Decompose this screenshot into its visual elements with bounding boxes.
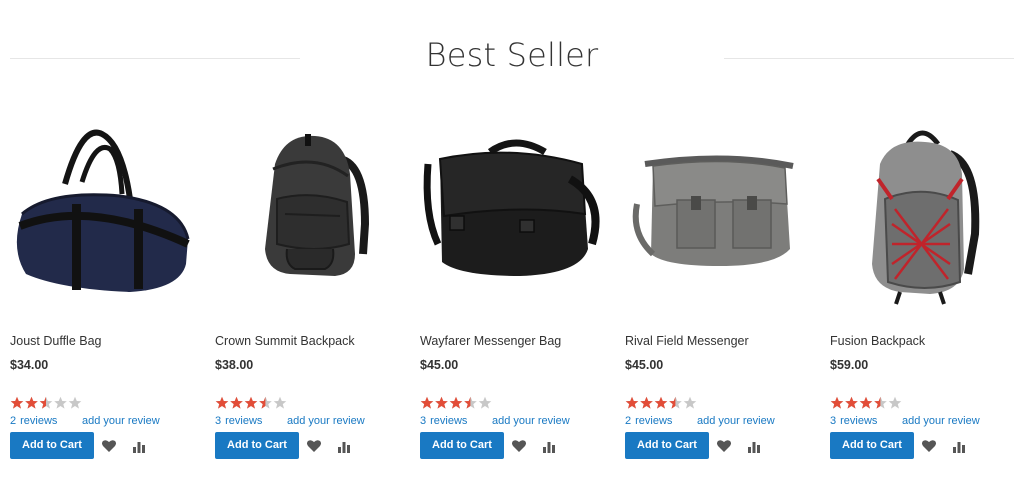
star-filled-icon <box>845 396 858 409</box>
product-price: $59.00 <box>830 358 869 372</box>
reviews-link[interactable]: 2 reviews <box>10 415 61 427</box>
reviews-count: 3 <box>420 415 427 427</box>
rating-stars <box>215 396 287 410</box>
product-name-link[interactable]: Rival Field Messenger <box>625 334 749 348</box>
reviews-count: 3 <box>215 415 222 427</box>
star-filled-icon <box>244 396 258 409</box>
star-filled-icon <box>625 396 639 409</box>
compare-chart-icon[interactable] <box>336 438 352 454</box>
star-filled-icon <box>10 396 24 409</box>
reviews-label: reviews <box>225 415 263 427</box>
add-to-cart-button[interactable]: Add to Cart <box>10 432 94 459</box>
compare-chart-icon[interactable] <box>541 438 557 454</box>
product-name-link[interactable]: Joust Duffle Bag <box>10 334 102 348</box>
reviews-label: reviews <box>430 415 468 427</box>
reviews-label: reviews <box>20 415 58 427</box>
rating-stars <box>420 396 492 410</box>
star-filled-icon <box>25 396 38 409</box>
product-image-link[interactable] <box>625 104 805 314</box>
wishlist-heart-icon[interactable] <box>306 438 322 454</box>
rating-stars <box>625 396 697 410</box>
product-name-link[interactable]: Fusion Backpack <box>830 334 925 348</box>
reviews-count: 2 <box>625 415 632 427</box>
star-empty-icon <box>273 396 287 409</box>
star-filled-icon <box>215 396 229 409</box>
product-price: $45.00 <box>420 358 459 372</box>
product-grid: Joust Duffle Bag $34.00 2 reviews add you… <box>10 104 1020 474</box>
product-image-link[interactable] <box>10 104 190 314</box>
star-empty-icon <box>888 396 902 409</box>
star-filled-icon <box>654 396 668 409</box>
product-price: $38.00 <box>215 358 254 372</box>
compare-chart-icon[interactable] <box>131 438 147 454</box>
product-name-link[interactable]: Wayfarer Messenger Bag <box>420 334 561 348</box>
add-to-cart-button[interactable]: Add to Cart <box>215 432 299 459</box>
wishlist-heart-icon[interactable] <box>101 438 117 454</box>
add-review-link[interactable]: add your review <box>697 415 775 427</box>
product-card: Fusion Backpack $59.00 3 reviews add your… <box>830 104 1010 470</box>
star-filled-icon <box>449 396 463 409</box>
reviews-label: reviews <box>635 415 673 427</box>
product-card: Rival Field Messenger $45.00 2 reviews ad… <box>625 104 805 470</box>
reviews-link[interactable]: 3 reviews <box>215 415 266 427</box>
section-title: Best Seller <box>425 36 599 74</box>
star-filled-icon <box>830 396 844 409</box>
gray-backpack-icon <box>872 130 980 305</box>
star-filled-icon <box>640 396 653 409</box>
reviews-label: reviews <box>840 415 878 427</box>
wishlist-heart-icon[interactable] <box>921 438 937 454</box>
add-review-link[interactable]: add your review <box>82 415 160 427</box>
star-filled-icon <box>230 396 243 409</box>
add-to-cart-button[interactable]: Add to Cart <box>830 432 914 459</box>
reviews-count: 3 <box>830 415 837 427</box>
duffle-bag-icon <box>16 129 190 292</box>
star-filled-icon <box>435 396 448 409</box>
add-to-cart-button[interactable]: Add to Cart <box>625 432 709 459</box>
wishlist-heart-icon[interactable] <box>716 438 732 454</box>
backpack-icon <box>265 134 370 276</box>
product-name-link[interactable]: Crown Summit Backpack <box>215 334 355 348</box>
star-empty-icon <box>478 396 492 409</box>
compare-chart-icon[interactable] <box>746 438 762 454</box>
wishlist-heart-icon[interactable] <box>511 438 527 454</box>
product-price: $45.00 <box>625 358 664 372</box>
add-review-link[interactable]: add your review <box>902 415 980 427</box>
star-filled-icon <box>859 396 873 409</box>
add-review-link[interactable]: add your review <box>492 415 570 427</box>
star-filled-icon <box>420 396 434 409</box>
product-image-link[interactable] <box>420 104 600 314</box>
rating-stars <box>830 396 902 410</box>
rating-stars <box>10 396 82 410</box>
reviews-count: 2 <box>10 415 17 427</box>
product-card: Wayfarer Messenger Bag $45.00 3 reviews a… <box>420 104 600 470</box>
star-empty-icon <box>683 396 697 409</box>
reviews-link[interactable]: 3 reviews <box>830 415 881 427</box>
add-review-link[interactable]: add your review <box>287 415 365 427</box>
product-card: Joust Duffle Bag $34.00 2 reviews add you… <box>10 104 190 470</box>
product-price: $34.00 <box>10 358 49 372</box>
star-empty-icon <box>54 396 67 409</box>
messenger-bag-icon <box>423 139 600 276</box>
product-image-link[interactable] <box>215 104 395 314</box>
add-to-cart-button[interactable]: Add to Cart <box>420 432 504 459</box>
field-messenger-icon <box>632 155 794 266</box>
reviews-link[interactable]: 2 reviews <box>625 415 676 427</box>
reviews-link[interactable]: 3 reviews <box>420 415 471 427</box>
product-card: Crown Summit Backpack $38.00 3 reviews ad… <box>215 104 395 470</box>
star-empty-icon <box>68 396 82 409</box>
compare-chart-icon[interactable] <box>951 438 967 454</box>
product-image-link[interactable] <box>830 104 1010 314</box>
